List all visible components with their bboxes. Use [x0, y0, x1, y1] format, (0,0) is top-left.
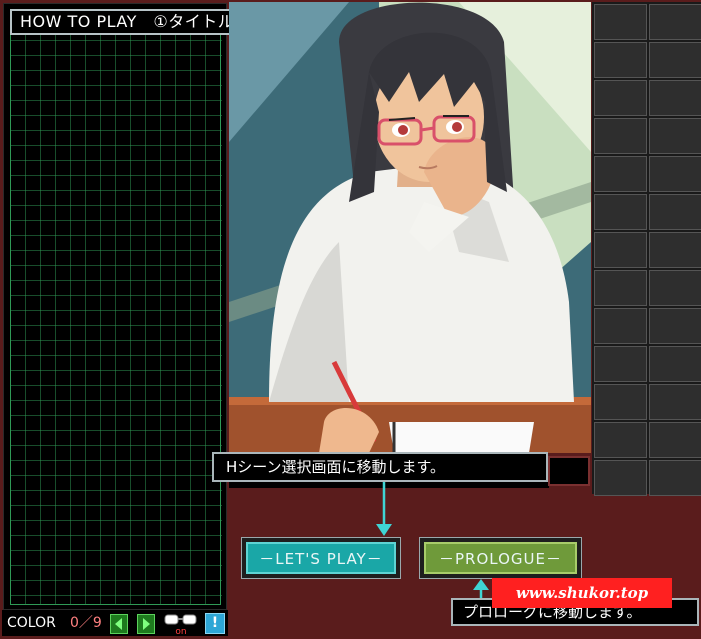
character-illustration — [229, 2, 591, 453]
scene-thumbnail[interactable] — [649, 308, 701, 344]
scene-thumbnail[interactable] — [649, 346, 701, 382]
scene-thumbnail[interactable] — [594, 80, 647, 116]
scene-thumbnail-grid — [592, 2, 701, 496]
prev-color-button[interactable] — [110, 614, 128, 634]
scene-thumbnail[interactable] — [594, 232, 647, 268]
scene-thumbnail[interactable] — [649, 384, 701, 420]
scene-thumbnail[interactable] — [649, 156, 701, 192]
arrow-down-icon — [376, 482, 392, 536]
watermark: www.shukor.top — [492, 578, 672, 608]
scene-thumbnail[interactable] — [649, 194, 701, 230]
scene-thumbnail[interactable] — [649, 270, 701, 306]
scene-thumbnail[interactable] — [649, 460, 701, 496]
glasses-toggle-button[interactable]: on — [163, 613, 199, 637]
caption-extension — [548, 456, 590, 486]
scene-thumbnail[interactable] — [594, 118, 647, 154]
lets-play-frame: －LET'S PLAY－ — [241, 537, 401, 579]
scene-thumbnail[interactable] — [649, 118, 701, 154]
color-label: COLOR — [7, 615, 56, 631]
next-color-button[interactable] — [137, 614, 155, 634]
toggle-state-label: on — [175, 627, 186, 635]
prologue-button[interactable]: －PROLOGUE－ — [424, 542, 577, 574]
h-scene-caption: Hシーン選択画面に移動します。 — [212, 452, 548, 482]
scene-thumbnail[interactable] — [594, 270, 647, 306]
color-grid[interactable] — [4, 4, 227, 610]
scene-thumbnail[interactable] — [649, 42, 701, 78]
glasses-icon: on — [164, 614, 197, 637]
color-grid-panel[interactable] — [3, 3, 227, 610]
scene-thumbnail[interactable] — [594, 42, 647, 78]
scene-thumbnail[interactable] — [649, 80, 701, 116]
color-count: 0／9 — [70, 615, 102, 631]
scene-thumbnail[interactable] — [594, 346, 647, 382]
info-button[interactable]: ! — [205, 613, 225, 634]
lets-play-button[interactable]: －LET'S PLAY－ — [246, 542, 396, 574]
scene-thumbnail[interactable] — [594, 308, 647, 344]
prologue-frame: －PROLOGUE－ — [419, 537, 582, 579]
scene-thumbnail[interactable] — [594, 156, 647, 192]
arrow-left-icon — [115, 618, 122, 630]
exclamation-icon: ! — [211, 615, 219, 631]
scene-thumbnail[interactable] — [594, 460, 647, 496]
arrow-right-icon — [143, 618, 150, 630]
scene-thumbnail[interactable] — [649, 232, 701, 268]
scene-thumbnail[interactable] — [594, 384, 647, 420]
scene-thumbnail[interactable] — [649, 422, 701, 458]
scene-thumbnail[interactable] — [594, 4, 647, 40]
scene-thumbnail[interactable] — [594, 194, 647, 230]
scene-thumbnail[interactable] — [649, 4, 701, 40]
scene-thumbnail[interactable] — [594, 422, 647, 458]
